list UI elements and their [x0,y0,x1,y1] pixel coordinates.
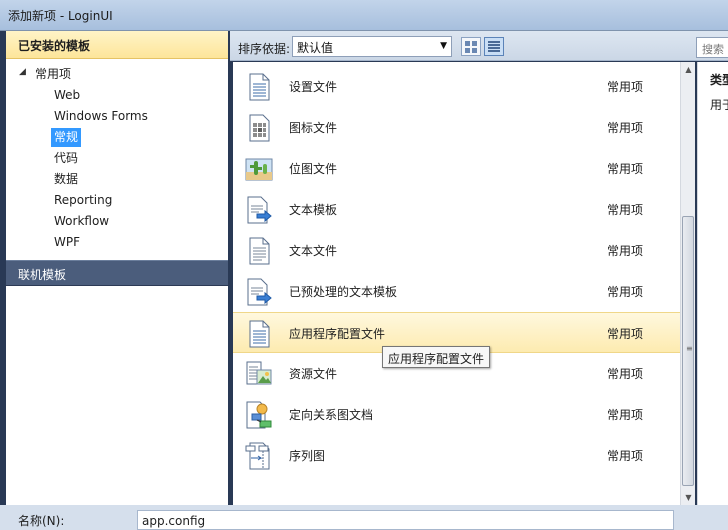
resource-file-icon [246,361,272,385]
template-name: 设置文件 [289,80,338,94]
template-list-scrollbar[interactable]: ▲ ≡ ▼ [680,62,695,505]
tree-item-common[interactable]: 常用项 [35,65,71,84]
template-category: 常用项 [607,162,644,176]
template-row-preprocessed-text-template[interactable]: 已预处理的文本模板 常用项 [233,271,680,312]
template-category: 常用项 [607,203,644,217]
template-name: 文本文件 [289,244,338,258]
name-input[interactable]: app.config [137,510,674,530]
template-name: 定向关系图文档 [289,408,374,422]
tree-item-workflow[interactable]: Workflow [54,212,109,231]
template-category: 常用项 [607,285,644,299]
app-config-file-icon [249,320,270,348]
scrollbar-thumb[interactable]: ≡ [682,216,694,486]
template-name: 应用程序配置文件 [289,327,386,341]
expand-collapse-icon[interactable]: ◢ [19,67,26,77]
search-installed-templates-input[interactable]: 搜索 [696,37,728,58]
template-details-pane: 类型 用于 [697,62,728,505]
preprocessed-text-template-icon [247,278,272,306]
template-row-icon-file[interactable]: 图标文件 常用项 [233,107,680,148]
template-categories-panel: 已安装的模板 ◢ 常用项 Web Windows Forms 常规 代码 数据 … [6,31,228,505]
sort-by-value: 默认值 [297,41,334,55]
details-view-button[interactable] [484,37,504,56]
toolbar: 排序依据: 默认值 ▼ 搜索 [230,31,728,61]
details-type-label: 类型 [710,73,728,87]
template-category: 常用项 [607,327,644,341]
medium-icons-view-button[interactable] [461,37,481,56]
template-row-text-template[interactable]: 文本模板 常用项 [233,189,680,230]
template-category: 常用项 [607,121,644,135]
template-category: 常用项 [607,244,644,258]
sort-by-label: 排序依据: [238,42,291,56]
template-name: 序列图 [289,449,326,463]
grid-view-icon [465,40,477,53]
tree-item-data[interactable]: 数据 [54,170,78,189]
details-description: 用于 [710,98,728,112]
template-row-text-file[interactable]: 文本文件 常用项 [233,230,680,271]
dropdown-arrow-icon: ▼ [440,41,447,51]
list-view-icon [488,40,500,52]
directed-graph-icon [246,401,272,429]
tree-item-windows-forms[interactable]: Windows Forms [54,107,148,126]
tree-item-general[interactable]: 常规 [51,128,82,147]
template-tooltip: 应用程序配置文件 [382,346,491,368]
template-category: 常用项 [607,408,644,422]
sort-by-dropdown[interactable]: 默认值 ▼ [292,36,452,57]
template-category: 常用项 [607,367,644,381]
online-templates-header[interactable]: 联机模板 [6,260,228,286]
template-category: 常用项 [607,80,644,94]
scroll-up-arrow-icon[interactable]: ▲ [681,62,696,77]
template-list: 设置文件 常用项 图标文件 常用项 位图文件 常用项 文本模板 常用项 文本文件… [233,62,680,505]
tree-item-wpf[interactable]: WPF [54,233,80,252]
scroll-down-arrow-icon[interactable]: ▼ [681,490,696,505]
online-templates-area [6,286,228,505]
name-row: 名称(N): app.config [0,505,728,530]
tree-item-reporting[interactable]: Reporting [54,191,112,210]
template-row-bitmap-file[interactable]: 位图文件 常用项 [233,148,680,189]
text-file-icon [249,237,270,265]
template-name: 资源文件 [289,367,338,381]
scrollbar-grip-icon: ≡ [686,344,693,353]
sequence-diagram-icon [245,442,270,470]
name-label: 名称(N): [18,514,65,528]
bitmap-file-icon [245,158,273,181]
icon-file-icon [249,114,270,142]
template-category: 常用项 [607,449,644,463]
window-title: 添加新项 - LoginUI [8,9,113,23]
settings-file-icon [249,73,270,101]
tree-item-code[interactable]: 代码 [54,149,78,168]
template-row-directed-graph-document[interactable]: 定向关系图文档 常用项 [233,394,680,435]
template-row-sequence-diagram[interactable]: 序列图 常用项 [233,435,680,476]
text-template-icon [247,196,272,224]
template-name: 已预处理的文本模板 [289,285,398,299]
template-row-settings-file[interactable]: 设置文件 常用项 [233,66,680,107]
installed-templates-header[interactable]: 已安装的模板 [6,31,228,59]
title-bar: 添加新项 - LoginUI [0,0,728,31]
template-name: 图标文件 [289,121,338,135]
tree-item-web[interactable]: Web [54,86,80,105]
template-name: 位图文件 [289,162,338,176]
template-name: 文本模板 [289,203,338,217]
